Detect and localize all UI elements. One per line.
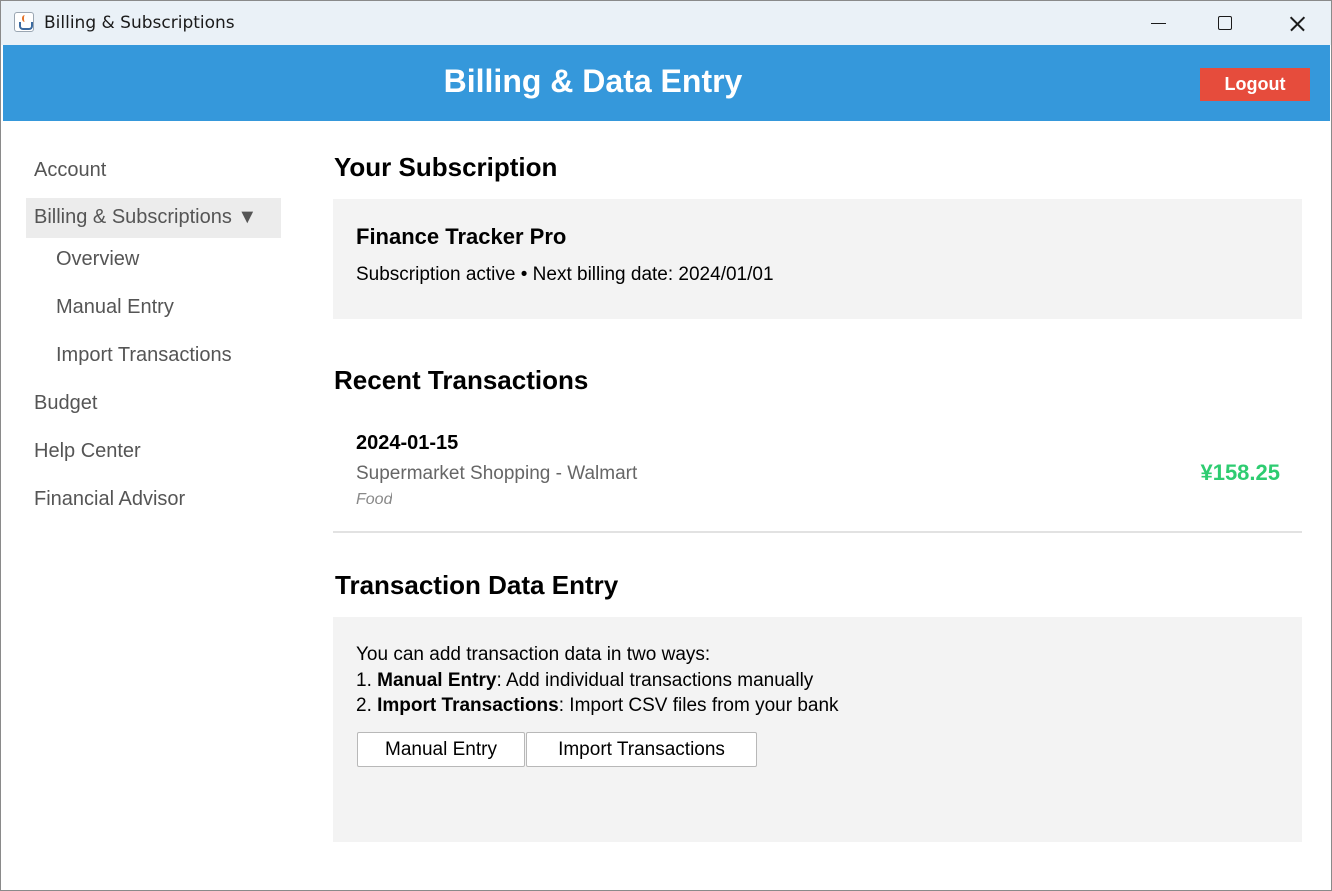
data-entry-intro: You can add transaction data in two ways… xyxy=(356,644,711,665)
main-content: Your Subscription Finance Tracker Pro Su… xyxy=(331,121,1303,889)
data-entry-heading: Transaction Data Entry xyxy=(335,570,619,600)
close-button[interactable] xyxy=(1261,1,1331,45)
sidebar-item-manual-entry[interactable]: Manual Entry xyxy=(56,296,174,319)
java-cup-icon xyxy=(14,12,34,32)
line-2-bold: Import Transactions xyxy=(377,695,559,716)
title-bar: Billing & Subscriptions xyxy=(1,1,1331,45)
line-1-prefix: 1. xyxy=(356,669,378,691)
minimize-icon xyxy=(1151,23,1166,24)
app-window: Billing & Subscriptions Billing & Data E… xyxy=(0,0,1332,891)
data-entry-card: You can add transaction data in two ways… xyxy=(333,617,1302,842)
data-entry-line-1: 1. Manual Entry: Add individual transact… xyxy=(356,668,839,694)
transaction-description: Supermarket Shopping - Walmart xyxy=(356,463,638,484)
data-entry-line-2: 2. Import Transactions: Import CSV files… xyxy=(356,693,839,719)
sidebar-item-import-transactions[interactable]: Import Transactions xyxy=(56,344,232,367)
logout-button[interactable]: Logout xyxy=(1200,68,1310,101)
line-1-bold: Manual Entry xyxy=(377,669,497,691)
transaction-amount: ¥158.25 xyxy=(1200,460,1280,485)
maximize-button[interactable] xyxy=(1191,1,1261,45)
line-1-rest: : Add individual transactions manually xyxy=(496,669,814,691)
line-2-prefix: 2. xyxy=(356,695,378,716)
manual-entry-button[interactable]: Manual Entry xyxy=(357,732,525,767)
plan-name: Finance Tracker Pro xyxy=(356,224,567,249)
subscription-status: Subscription active • Next billing date:… xyxy=(356,264,774,285)
data-entry-instructions: You can add transaction data in two ways… xyxy=(356,642,839,719)
sidebar-item-help-center[interactable]: Help Center xyxy=(34,440,141,463)
sidebar-item-label: Billing & Subscriptions ▼ xyxy=(34,206,258,228)
transaction-category: Food xyxy=(356,491,393,508)
sidebar-item-account[interactable]: Account xyxy=(34,159,106,182)
minimize-button[interactable] xyxy=(1123,1,1193,45)
page-title: Billing & Data Entry xyxy=(443,63,743,99)
import-transactions-button[interactable]: Import Transactions xyxy=(526,732,757,767)
subscription-card: Finance Tracker Pro Subscription active … xyxy=(333,199,1302,319)
window-title: Billing & Subscriptions xyxy=(44,13,235,33)
transactions-heading: Recent Transactions xyxy=(334,365,589,395)
transaction-date: 2024-01-15 xyxy=(356,432,459,454)
sidebar-item-overview[interactable]: Overview xyxy=(56,248,139,271)
transaction-row: 2024-01-15 Supermarket Shopping - Walmar… xyxy=(333,421,1302,533)
subscription-heading: Your Subscription xyxy=(334,152,558,182)
page-header: Billing & Data Entry Logout xyxy=(3,45,1330,121)
sidebar: Account Billing & Subscriptions ▼ Overvi… xyxy=(3,121,303,889)
sidebar-item-budget[interactable]: Budget xyxy=(34,392,97,415)
line-2-rest: : Import CSV files from your bank xyxy=(558,695,839,716)
maximize-icon xyxy=(1218,16,1232,30)
sidebar-item-financial-advisor[interactable]: Financial Advisor xyxy=(34,488,185,511)
sidebar-item-billing-subscriptions[interactable]: Billing & Subscriptions ▼ xyxy=(26,198,281,238)
